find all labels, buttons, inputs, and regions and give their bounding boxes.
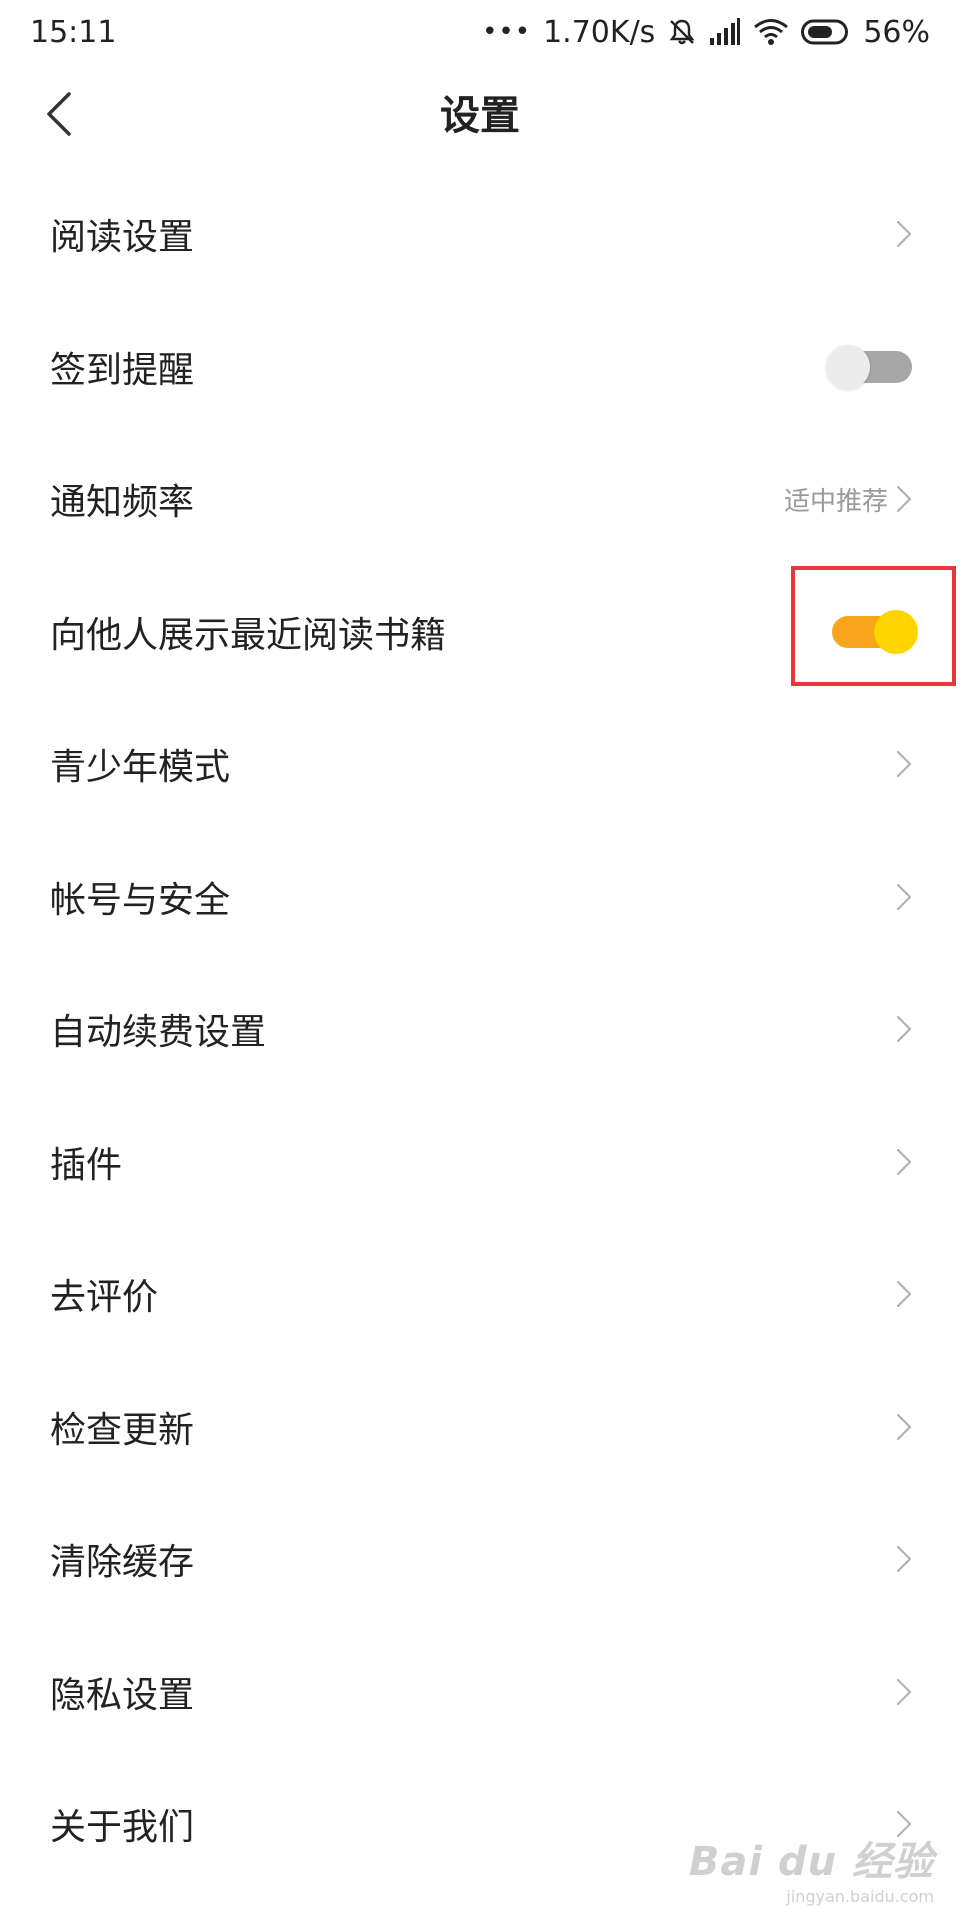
chevron-right-icon	[896, 220, 912, 248]
status-time: 15:11	[30, 14, 117, 50]
settings-row-trailing	[896, 1148, 912, 1176]
chevron-right-icon	[896, 1810, 912, 1838]
settings-row[interactable]: 阅读设置	[0, 168, 960, 301]
settings-row[interactable]: 隐私设置	[0, 1626, 960, 1759]
settings-row-label: 隐私设置	[50, 1674, 195, 1716]
settings-row[interactable]: 清除缓存	[0, 1493, 960, 1626]
settings-row-label: 关于我们	[50, 1807, 195, 1849]
settings-row-trailing	[896, 1810, 912, 1838]
chevron-right-icon	[896, 485, 912, 513]
settings-row-label: 青少年模式	[50, 747, 231, 789]
network-speed: 1.70K/s	[543, 14, 656, 50]
battery-percent: 56%	[863, 14, 930, 50]
settings-row-label: 自动续费设置	[50, 1012, 267, 1054]
settings-row-trailing	[896, 220, 912, 248]
settings-row[interactable]: 向他人展示最近阅读书籍	[0, 566, 960, 699]
back-button[interactable]	[30, 88, 86, 144]
chevron-right-icon	[896, 1545, 912, 1573]
toggle-knob	[826, 344, 870, 389]
status-bar: 15:11 ••• 1.70K/s 56%	[0, 0, 960, 64]
settings-row-label: 清除缓存	[50, 1542, 195, 1584]
chevron-right-icon	[896, 1678, 912, 1706]
settings-row[interactable]: 去评价	[0, 1228, 960, 1361]
chevron-right-icon	[896, 1148, 912, 1176]
settings-row-label: 通知频率	[50, 482, 195, 524]
settings-row-label: 阅读设置	[50, 217, 195, 259]
settings-row-trailing	[832, 609, 918, 654]
settings-row[interactable]: 检查更新	[0, 1361, 960, 1494]
settings-row-label: 签到提醒	[50, 349, 195, 391]
settings-row-trailing	[896, 1413, 912, 1441]
settings-row[interactable]: 自动续费设置	[0, 963, 960, 1096]
chevron-right-icon	[896, 1280, 912, 1308]
toggle-knob	[874, 609, 918, 654]
settings-row-trailing: 适中推荐	[784, 481, 912, 518]
settings-row-value: 适中推荐	[783, 486, 888, 517]
settings-row-label: 插件	[50, 1144, 123, 1186]
settings-row-label: 去评价	[50, 1277, 159, 1319]
status-dots: •••	[482, 17, 532, 47]
toggle-switch[interactable]	[832, 609, 918, 654]
settings-row-trailing	[896, 750, 912, 778]
chevron-right-icon	[896, 883, 912, 911]
settings-row-label: 帐号与安全	[50, 879, 231, 921]
page-title: 设置	[440, 93, 520, 139]
settings-row-trailing	[896, 1280, 912, 1308]
mute-bell-icon	[667, 17, 697, 47]
settings-list: 阅读设置签到提醒通知频率 适中推荐向他人展示最近阅读书籍 青少年模式帐号与安全自动续…	[0, 168, 960, 1891]
chevron-right-icon	[896, 750, 912, 778]
settings-row-label: 向他人展示最近阅读书籍	[50, 614, 447, 656]
settings-row-trailing	[826, 344, 912, 389]
settings-row[interactable]: 帐号与安全	[0, 831, 960, 964]
status-indicators: ••• 1.70K/s 56%	[482, 15, 930, 50]
toggle-switch[interactable]	[826, 344, 912, 389]
settings-row[interactable]: 青少年模式	[0, 698, 960, 831]
settings-row-trailing	[896, 883, 912, 911]
settings-row[interactable]: 签到提醒	[0, 301, 960, 434]
settings-row-trailing	[896, 1015, 912, 1043]
chevron-left-icon	[43, 90, 73, 142]
battery-icon	[801, 18, 851, 46]
chevron-right-icon	[896, 1015, 912, 1043]
settings-row[interactable]: 插件	[0, 1096, 960, 1229]
settings-row[interactable]: 通知频率 适中推荐	[0, 433, 960, 566]
wifi-icon	[753, 18, 789, 46]
settings-row-trailing	[896, 1545, 912, 1573]
header: 设置	[0, 64, 960, 168]
settings-row-label: 检查更新	[50, 1409, 195, 1451]
signal-icon	[709, 18, 741, 46]
settings-row-trailing	[896, 1678, 912, 1706]
settings-row[interactable]: 关于我们	[0, 1758, 960, 1891]
chevron-right-icon	[896, 1413, 912, 1441]
